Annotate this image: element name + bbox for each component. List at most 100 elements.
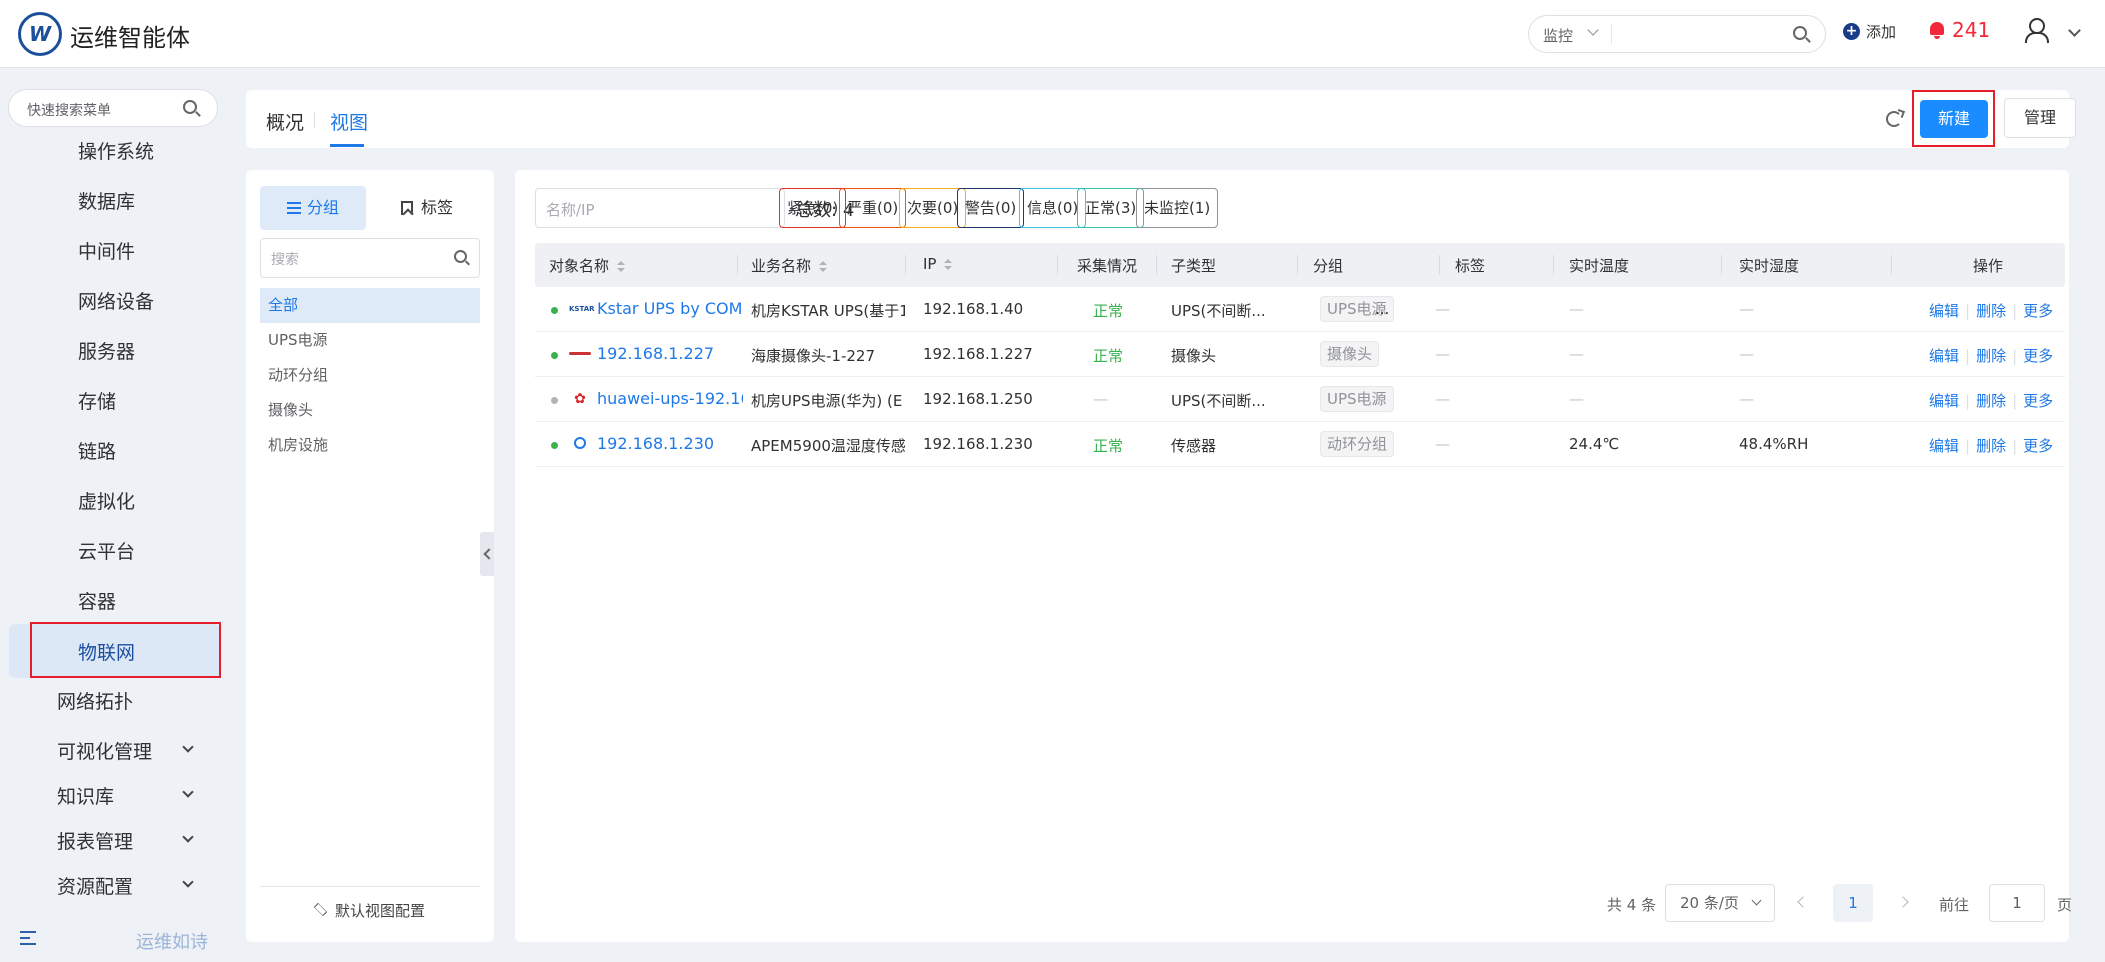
delete-link[interactable]: 删除	[1976, 347, 2006, 365]
default-view-config-button[interactable]: 默认视图配置	[313, 900, 425, 921]
app-logo-icon[interactable]: W	[18, 12, 62, 56]
sidebar-item-knowledge[interactable]: 知识库	[57, 782, 114, 809]
col-object-name[interactable]: 对象名称	[549, 255, 626, 276]
separator: |	[2012, 437, 2018, 455]
tab-view[interactable]: 视图	[330, 108, 368, 135]
object-name-link[interactable]: 192.168.1.230	[597, 434, 743, 453]
sidebar-item-reports[interactable]: 报表管理	[57, 827, 133, 854]
chevron-down-icon[interactable]	[1587, 24, 1599, 36]
group-item-ups[interactable]: UPS电源	[260, 323, 480, 358]
page-size-select[interactable]: 20 条/页	[1665, 884, 1775, 922]
add-button[interactable]: + 添加	[1843, 21, 1896, 42]
collapse-panel-handle[interactable]	[480, 532, 494, 576]
severity-filter-pill[interactable]: 紧急(0)	[779, 188, 847, 228]
chevron-down-icon[interactable]	[182, 831, 194, 843]
sort-icon[interactable]	[819, 260, 828, 273]
more-link[interactable]: 更多	[2023, 437, 2053, 455]
next-page-icon[interactable]	[1897, 896, 1909, 908]
table-row[interactable]: 192.168.1.230 APEM5900温湿度传感 192.168.1.230 正…	[535, 422, 2065, 467]
chevron-down-icon[interactable]	[182, 786, 194, 798]
sidebar-item-topology[interactable]: 网络拓扑	[57, 687, 133, 714]
page-number-current[interactable]: 1	[1833, 884, 1873, 922]
search-scope-select[interactable]: 监控	[1543, 25, 1573, 46]
tab-overview[interactable]: 概况	[266, 108, 304, 135]
delete-link[interactable]: 删除	[1976, 437, 2006, 455]
sidebar-item-middleware[interactable]: 中间件	[78, 237, 135, 264]
table-row[interactable]: ✿ huawei-ups-192.16 机房UPS电源(华为) (E 192.168.…	[535, 377, 2065, 422]
sidebar-item-link[interactable]: 链路	[78, 437, 116, 464]
search-icon[interactable]	[183, 100, 197, 114]
col-temperature[interactable]: 实时温度	[1569, 255, 1629, 276]
sidebar-item-server[interactable]: 服务器	[78, 337, 135, 364]
manage-button[interactable]: 管理	[2004, 98, 2076, 138]
chevron-down-icon[interactable]	[182, 741, 194, 753]
object-name-link[interactable]: huawei-ups-192.16	[597, 389, 743, 408]
group-item-all[interactable]: 全部	[260, 288, 480, 323]
edit-link[interactable]: 编辑	[1929, 347, 1959, 365]
user-icon[interactable]	[2024, 18, 2049, 43]
app-title[interactable]: 运维智能体	[70, 18, 190, 53]
group-item-env[interactable]: 动环分组	[260, 358, 480, 393]
top-header: W 运维智能体 监控 + 添加 241	[0, 0, 2105, 68]
search-icon[interactable]	[1793, 26, 1807, 40]
severity-filter-pill[interactable]: 未监控(1)	[1136, 188, 1219, 228]
col-humidity[interactable]: 实时湿度	[1739, 255, 1799, 276]
sidebar-item-database[interactable]: 数据库	[78, 187, 135, 214]
name-ip-filter-input[interactable]: 名称/IP	[535, 188, 785, 228]
sidebar-item-cloud[interactable]: 云平台	[78, 537, 135, 564]
chevron-down-icon[interactable]	[182, 876, 194, 888]
refresh-icon[interactable]	[1886, 111, 1902, 127]
collapse-menu-icon[interactable]	[20, 931, 36, 945]
severity-filter-pill[interactable]: 正常(3)	[1077, 188, 1145, 228]
divider	[260, 886, 480, 887]
alert-button[interactable]: 241	[1928, 18, 1990, 42]
tab-tag[interactable]: 标签	[374, 186, 480, 230]
chevron-down-icon[interactable]	[2068, 24, 2081, 37]
menu-search-input[interactable]: 快速搜索菜单	[8, 89, 218, 127]
edit-link[interactable]: 编辑	[1929, 437, 1959, 455]
col-collect-status[interactable]: 采集情况	[1077, 255, 1137, 276]
more-link[interactable]: 更多	[2023, 302, 2053, 320]
tab-group[interactable]: 分组	[260, 186, 366, 230]
sidebar-item-virtualization[interactable]: 虚拟化	[78, 487, 135, 514]
delete-link[interactable]: 删除	[1976, 302, 2006, 320]
table-row[interactable]: KSTAR Kstar UPS by COM- 机房KSTAR UPS(基于1 192…	[535, 287, 2065, 332]
alert-count: 241	[1952, 18, 1991, 42]
sidebar-item-container[interactable]: 容器	[78, 587, 116, 614]
sidebar-item-network-device[interactable]: 网络设备	[78, 287, 154, 314]
severity-filter-pill[interactable]: 严重(0)	[839, 188, 907, 228]
more-link[interactable]: 更多	[2023, 392, 2053, 410]
sidebar-item-visualization[interactable]: 可视化管理	[57, 737, 152, 764]
delete-link[interactable]: 删除	[1976, 392, 2006, 410]
group-item-facility[interactable]: 机房设施	[260, 428, 480, 463]
severity-filter-pill[interactable]: 警告(0)	[957, 188, 1025, 228]
col-subtype[interactable]: 子类型	[1171, 255, 1216, 276]
col-tag[interactable]: 标签	[1455, 255, 1485, 276]
sidebar-item-resources[interactable]: 资源配置	[57, 872, 133, 899]
sidebar-item-os[interactable]: 操作系统	[78, 137, 154, 164]
humidity-value: —	[1739, 345, 1754, 363]
more-groups-indicator[interactable]: ...	[1375, 300, 1389, 318]
subtype: 传感器	[1171, 437, 1217, 455]
group-item-camera[interactable]: 摄像头	[260, 393, 480, 428]
group-search-input[interactable]: 搜索	[260, 238, 480, 278]
chevron-down-icon[interactable]	[1751, 895, 1762, 906]
col-group[interactable]: 分组	[1313, 255, 1343, 276]
sort-icon[interactable]	[617, 260, 626, 273]
sort-icon[interactable]	[944, 258, 953, 271]
global-search[interactable]: 监控	[1528, 15, 1826, 53]
edit-link[interactable]: 编辑	[1929, 302, 1959, 320]
goto-page-input[interactable]: 1	[1989, 884, 2045, 922]
more-link[interactable]: 更多	[2023, 347, 2053, 365]
edit-link[interactable]: 编辑	[1929, 392, 1959, 410]
sidebar-item-storage[interactable]: 存储	[78, 387, 116, 414]
col-ip[interactable]: IP	[923, 255, 953, 273]
object-name-link[interactable]: 192.168.1.227	[597, 344, 743, 363]
object-name-link[interactable]: Kstar UPS by COM-	[597, 299, 743, 318]
separator: |	[1965, 392, 1971, 410]
prev-page-icon[interactable]	[1797, 896, 1809, 908]
search-icon[interactable]	[454, 250, 467, 263]
col-business-name[interactable]: 业务名称	[751, 255, 828, 276]
table-row[interactable]: 192.168.1.227 海康摄像头-1-227 192.168.1.227 正常 摄…	[535, 332, 2065, 377]
sidebar-item-iot[interactable]: 物联网	[78, 638, 135, 665]
